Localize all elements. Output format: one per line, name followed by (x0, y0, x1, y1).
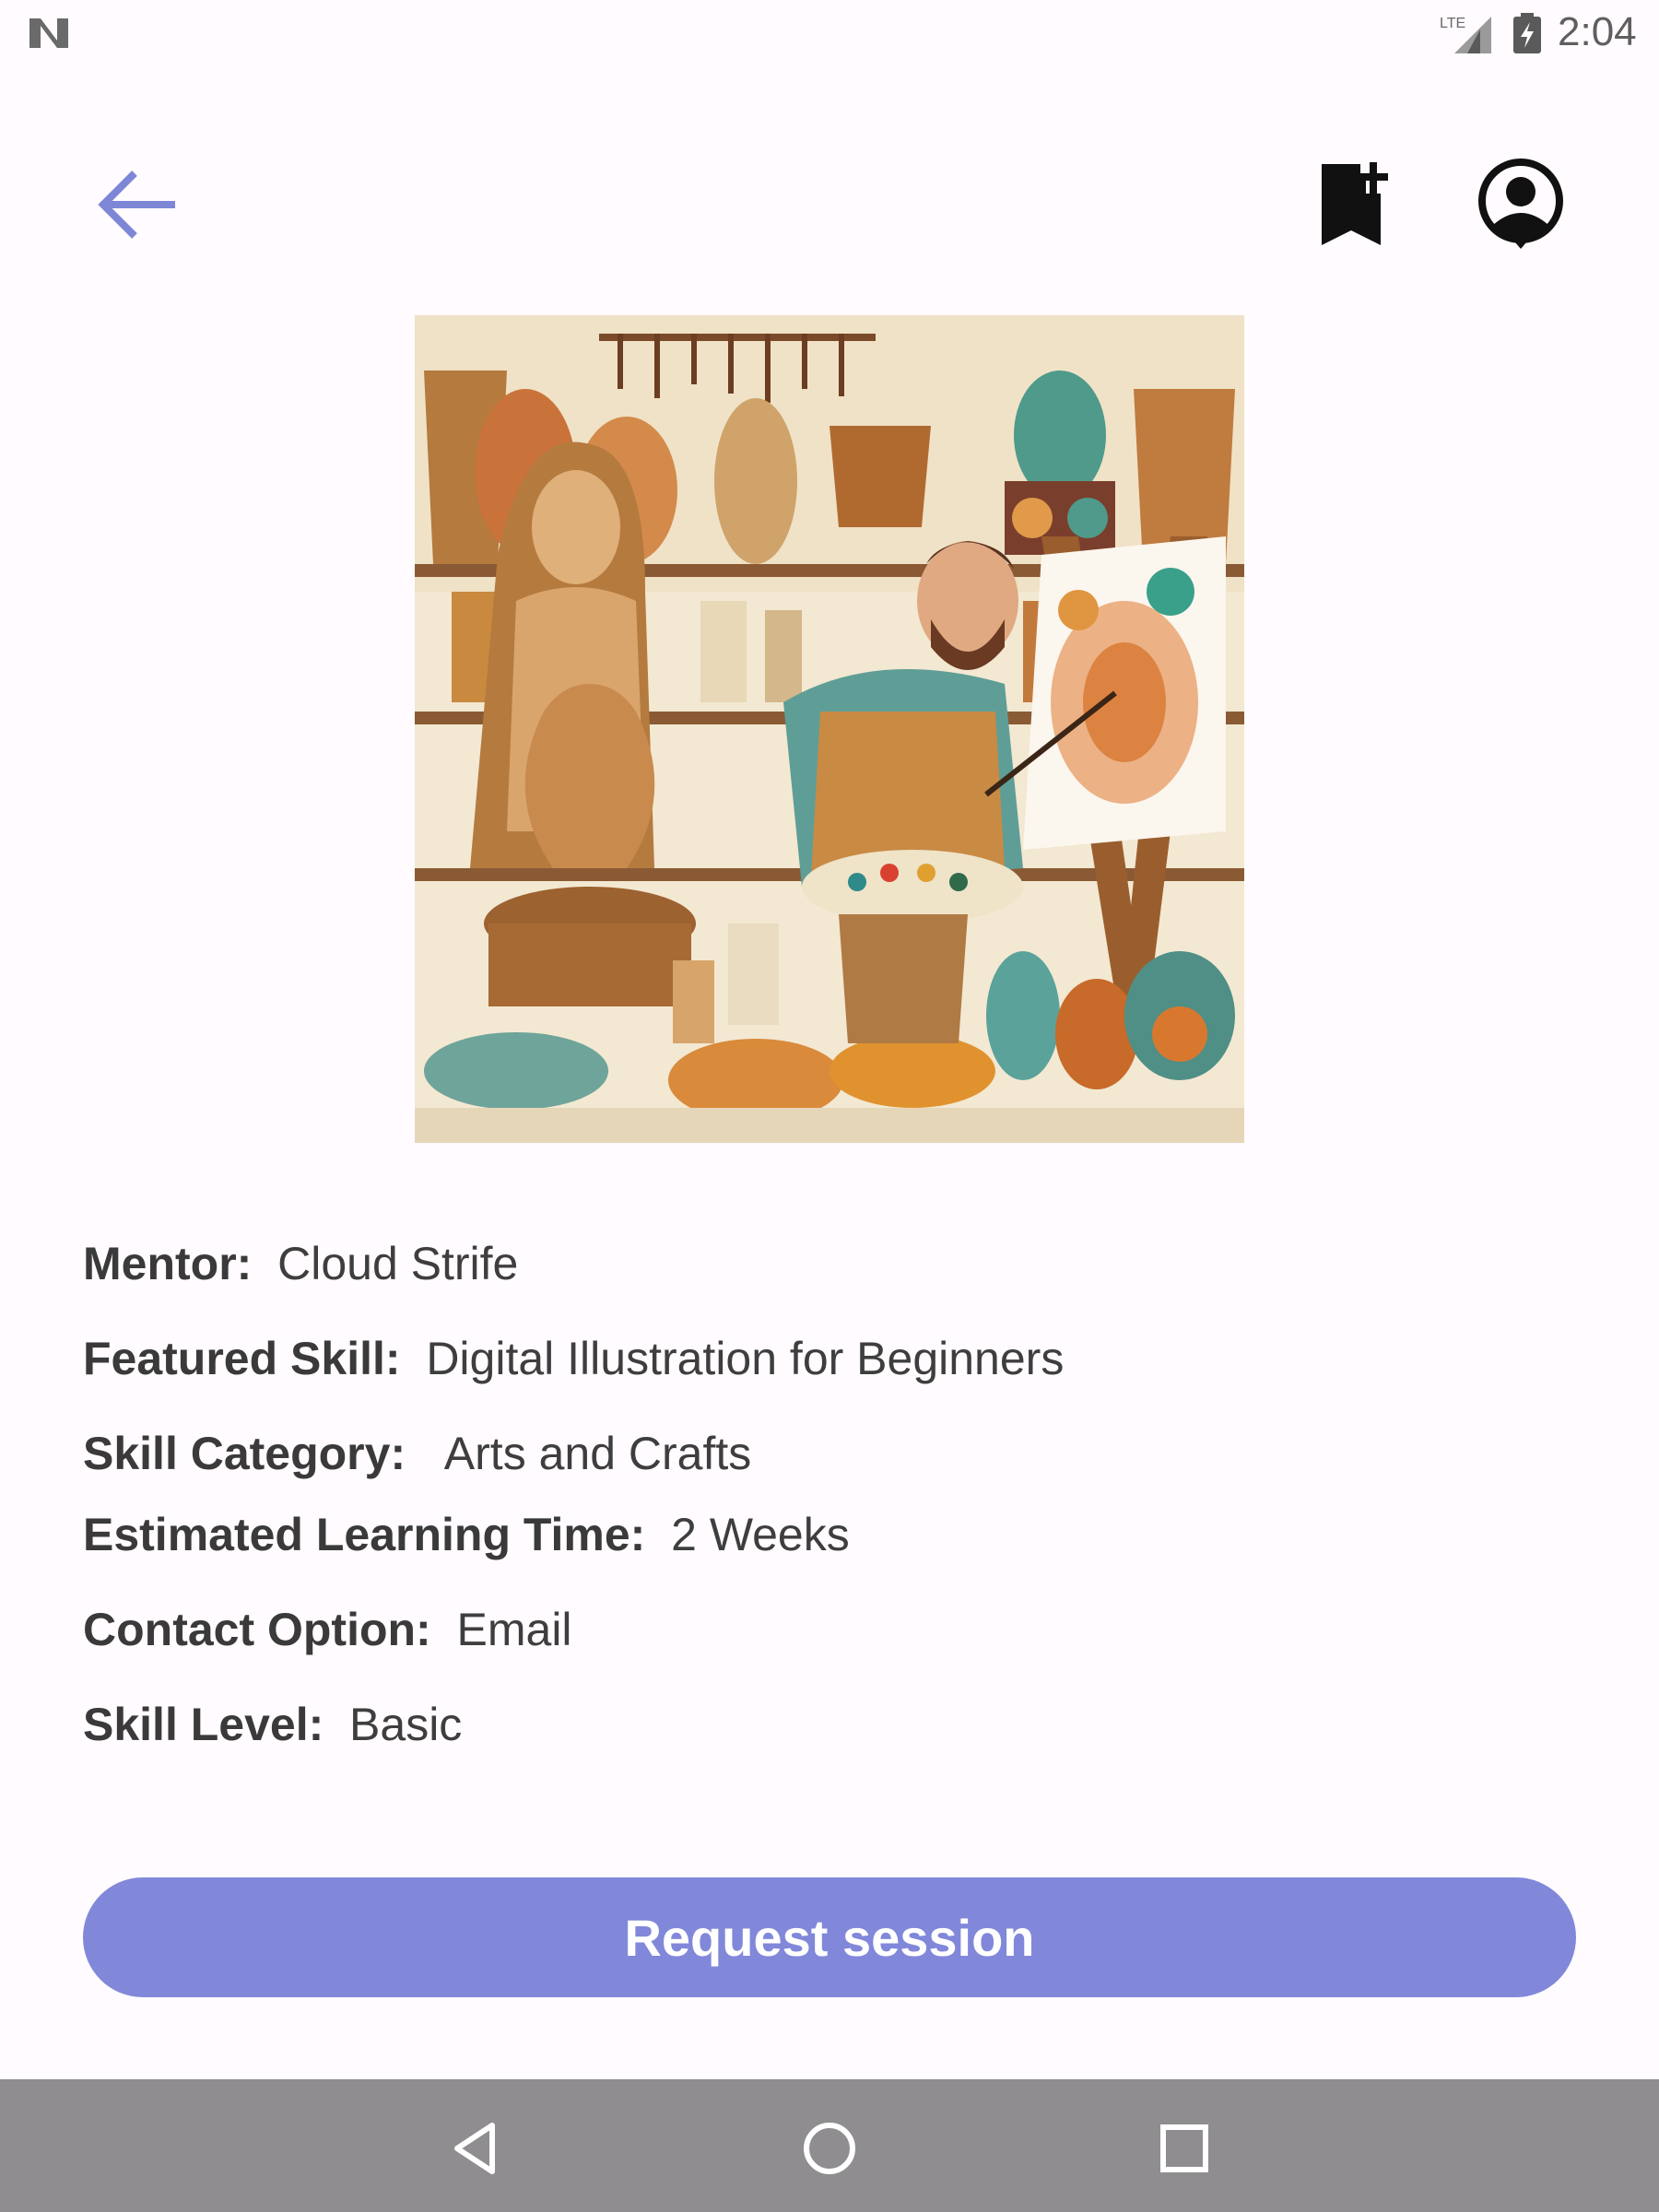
mentor-row: Mentor: Cloud Strife (83, 1237, 518, 1290)
contact-option-value: Email (456, 1604, 572, 1655)
back-button[interactable] (92, 157, 184, 249)
bookmark-add-icon (1322, 162, 1388, 245)
learning-time-value: 2 Weeks (671, 1509, 850, 1560)
request-session-button[interactable]: Request session (83, 1877, 1576, 1997)
skill-level-row: Skill Level: Basic (83, 1698, 462, 1751)
skill-level-value: Basic (349, 1699, 463, 1750)
skill-level-label: Skill Level: (83, 1699, 324, 1750)
nav-back-icon[interactable] (442, 2116, 507, 2181)
arrow-back-icon (98, 171, 175, 239)
featured-skill-label: Featured Skill: (83, 1333, 401, 1384)
skill-category-label: Skill Category: (83, 1428, 406, 1479)
skill-category-value: Arts and Crafts (443, 1428, 752, 1479)
contact-option-row: Contact Option: Email (83, 1603, 572, 1656)
n-notification-icon (29, 18, 68, 48)
system-nav-bar (0, 2079, 1659, 2212)
pottery-painting-illustration (415, 315, 1244, 1143)
mentor-value: Cloud Strife (277, 1238, 519, 1289)
nav-recents-icon[interactable] (1152, 2116, 1217, 2181)
account-circle-icon (1478, 159, 1563, 249)
contact-option-label: Contact Option: (83, 1604, 431, 1655)
network-label: LTE (1440, 16, 1465, 31)
skill-category-row: Skill Category: Arts and Crafts (83, 1427, 751, 1480)
nav-home-icon[interactable] (797, 2116, 862, 2181)
bookmark-add-button[interactable] (1309, 157, 1401, 249)
hero-image (415, 315, 1244, 1143)
profile-button[interactable] (1475, 157, 1567, 249)
signal-icon: LTE (1440, 16, 1491, 53)
status-time: 2:04 (1558, 9, 1637, 54)
mentor-label: Mentor: (83, 1238, 253, 1289)
featured-skill-value: Digital Illustration for Beginners (426, 1333, 1065, 1384)
status-bar: LTE 2:04 (0, 0, 1659, 66)
learning-time-row: Estimated Learning Time: 2 Weeks (83, 1508, 850, 1561)
learning-time-label: Estimated Learning Time: (83, 1509, 646, 1560)
featured-skill-row: Featured Skill: Digital Illustration for… (83, 1332, 1064, 1385)
battery-charging-icon (1513, 13, 1541, 53)
